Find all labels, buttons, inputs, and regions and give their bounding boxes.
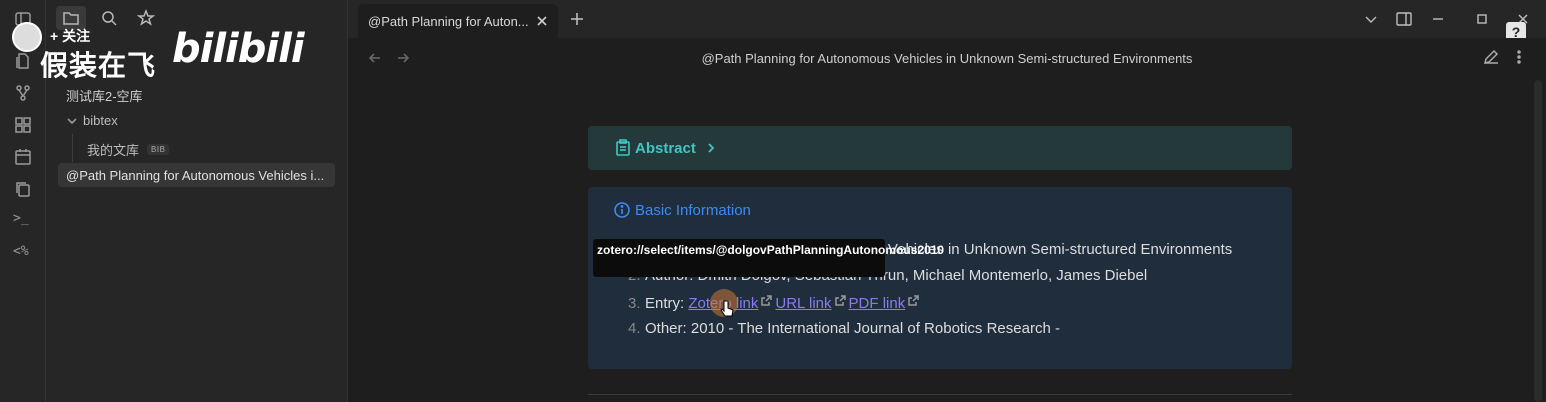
file-library[interactable]: 我的文库 BIB <box>87 140 170 159</box>
vault-name[interactable]: 测试库2-空库 <box>66 86 143 105</box>
file-extension-badge: BIB <box>147 144 170 155</box>
graph-view-icon[interactable] <box>14 84 32 102</box>
hand-cursor-icon <box>720 300 734 320</box>
tree-indent-line <box>72 134 73 162</box>
canvas-icon[interactable] <box>14 116 32 134</box>
basic-info-title: Basic Information <box>635 202 751 219</box>
pdf-link[interactable]: PDF link <box>849 295 906 312</box>
maximize-icon[interactable] <box>1473 10 1491 28</box>
url-link[interactable]: URL link <box>775 295 831 312</box>
edit-pencil-icon[interactable] <box>1482 48 1500 66</box>
close-icon[interactable] <box>534 13 550 29</box>
list-item: 4. Other: 2010 - The International Journa… <box>628 320 1060 337</box>
chevron-right-icon <box>704 141 718 155</box>
right-sidebar-toggle-icon[interactable] <box>1395 10 1413 28</box>
folder-bibtex[interactable]: bibtex <box>66 113 118 128</box>
folder-label: bibtex <box>83 113 118 128</box>
bookmark-star-icon[interactable] <box>136 8 156 27</box>
external-link-icon <box>761 293 773 306</box>
active-note-item[interactable]: @Path Planning for Autonomous Vehicles i… <box>58 163 335 187</box>
basic-info-callout: Basic Information 1.Title: Path Planning… <box>588 187 1292 369</box>
external-link-icon <box>834 293 846 306</box>
abstract-title: Abstract <box>635 140 696 157</box>
clipboard-icon <box>614 139 632 157</box>
divider <box>588 394 1292 395</box>
minimize-icon[interactable] <box>1429 10 1447 28</box>
tab-list-chevron-icon[interactable] <box>1362 10 1380 28</box>
new-tab-icon[interactable] <box>568 10 586 28</box>
other-line: Other: 2010 - The International Journal … <box>645 320 1060 337</box>
follow-button[interactable]: + 关注 <box>50 26 90 46</box>
more-options-icon[interactable] <box>1510 48 1528 66</box>
info-icon <box>613 201 631 219</box>
avatar <box>12 22 42 52</box>
templater-icon[interactable]: <% <box>13 244 29 259</box>
chevron-down-icon <box>66 115 78 127</box>
tab-note[interactable]: @Path Planning for Auton... <box>358 4 558 38</box>
view-header: @Path Planning for Autonomous Vehicles i… <box>348 38 1546 78</box>
scrollbar[interactable] <box>1534 80 1542 402</box>
copy-icon[interactable] <box>14 180 32 198</box>
channel-name: 假装在飞 <box>40 50 157 81</box>
abstract-callout[interactable]: Abstract <box>588 126 1292 170</box>
command-palette-icon[interactable]: >_ <box>13 211 29 226</box>
calendar-icon[interactable] <box>14 148 32 166</box>
files-icon[interactable] <box>14 52 32 70</box>
search-icon[interactable] <box>100 9 118 27</box>
link-tooltip: zotero://select/items/@dolgovPathPlannin… <box>593 239 944 277</box>
bilibili-logo: bilibili <box>172 26 305 72</box>
tab-bar: @Path Planning for Auton... <box>348 0 1546 38</box>
entry-label: Entry: <box>645 295 689 312</box>
file-label: 我的文库 <box>87 143 140 158</box>
list-item: 3.Entry: Zotero linkURL linkPDF link <box>628 293 922 312</box>
note-title[interactable]: @Path Planning for Autonomous Vehicles i… <box>348 51 1546 66</box>
tab-title: @Path Planning for Auton... <box>368 14 529 29</box>
external-link-icon <box>908 293 919 306</box>
